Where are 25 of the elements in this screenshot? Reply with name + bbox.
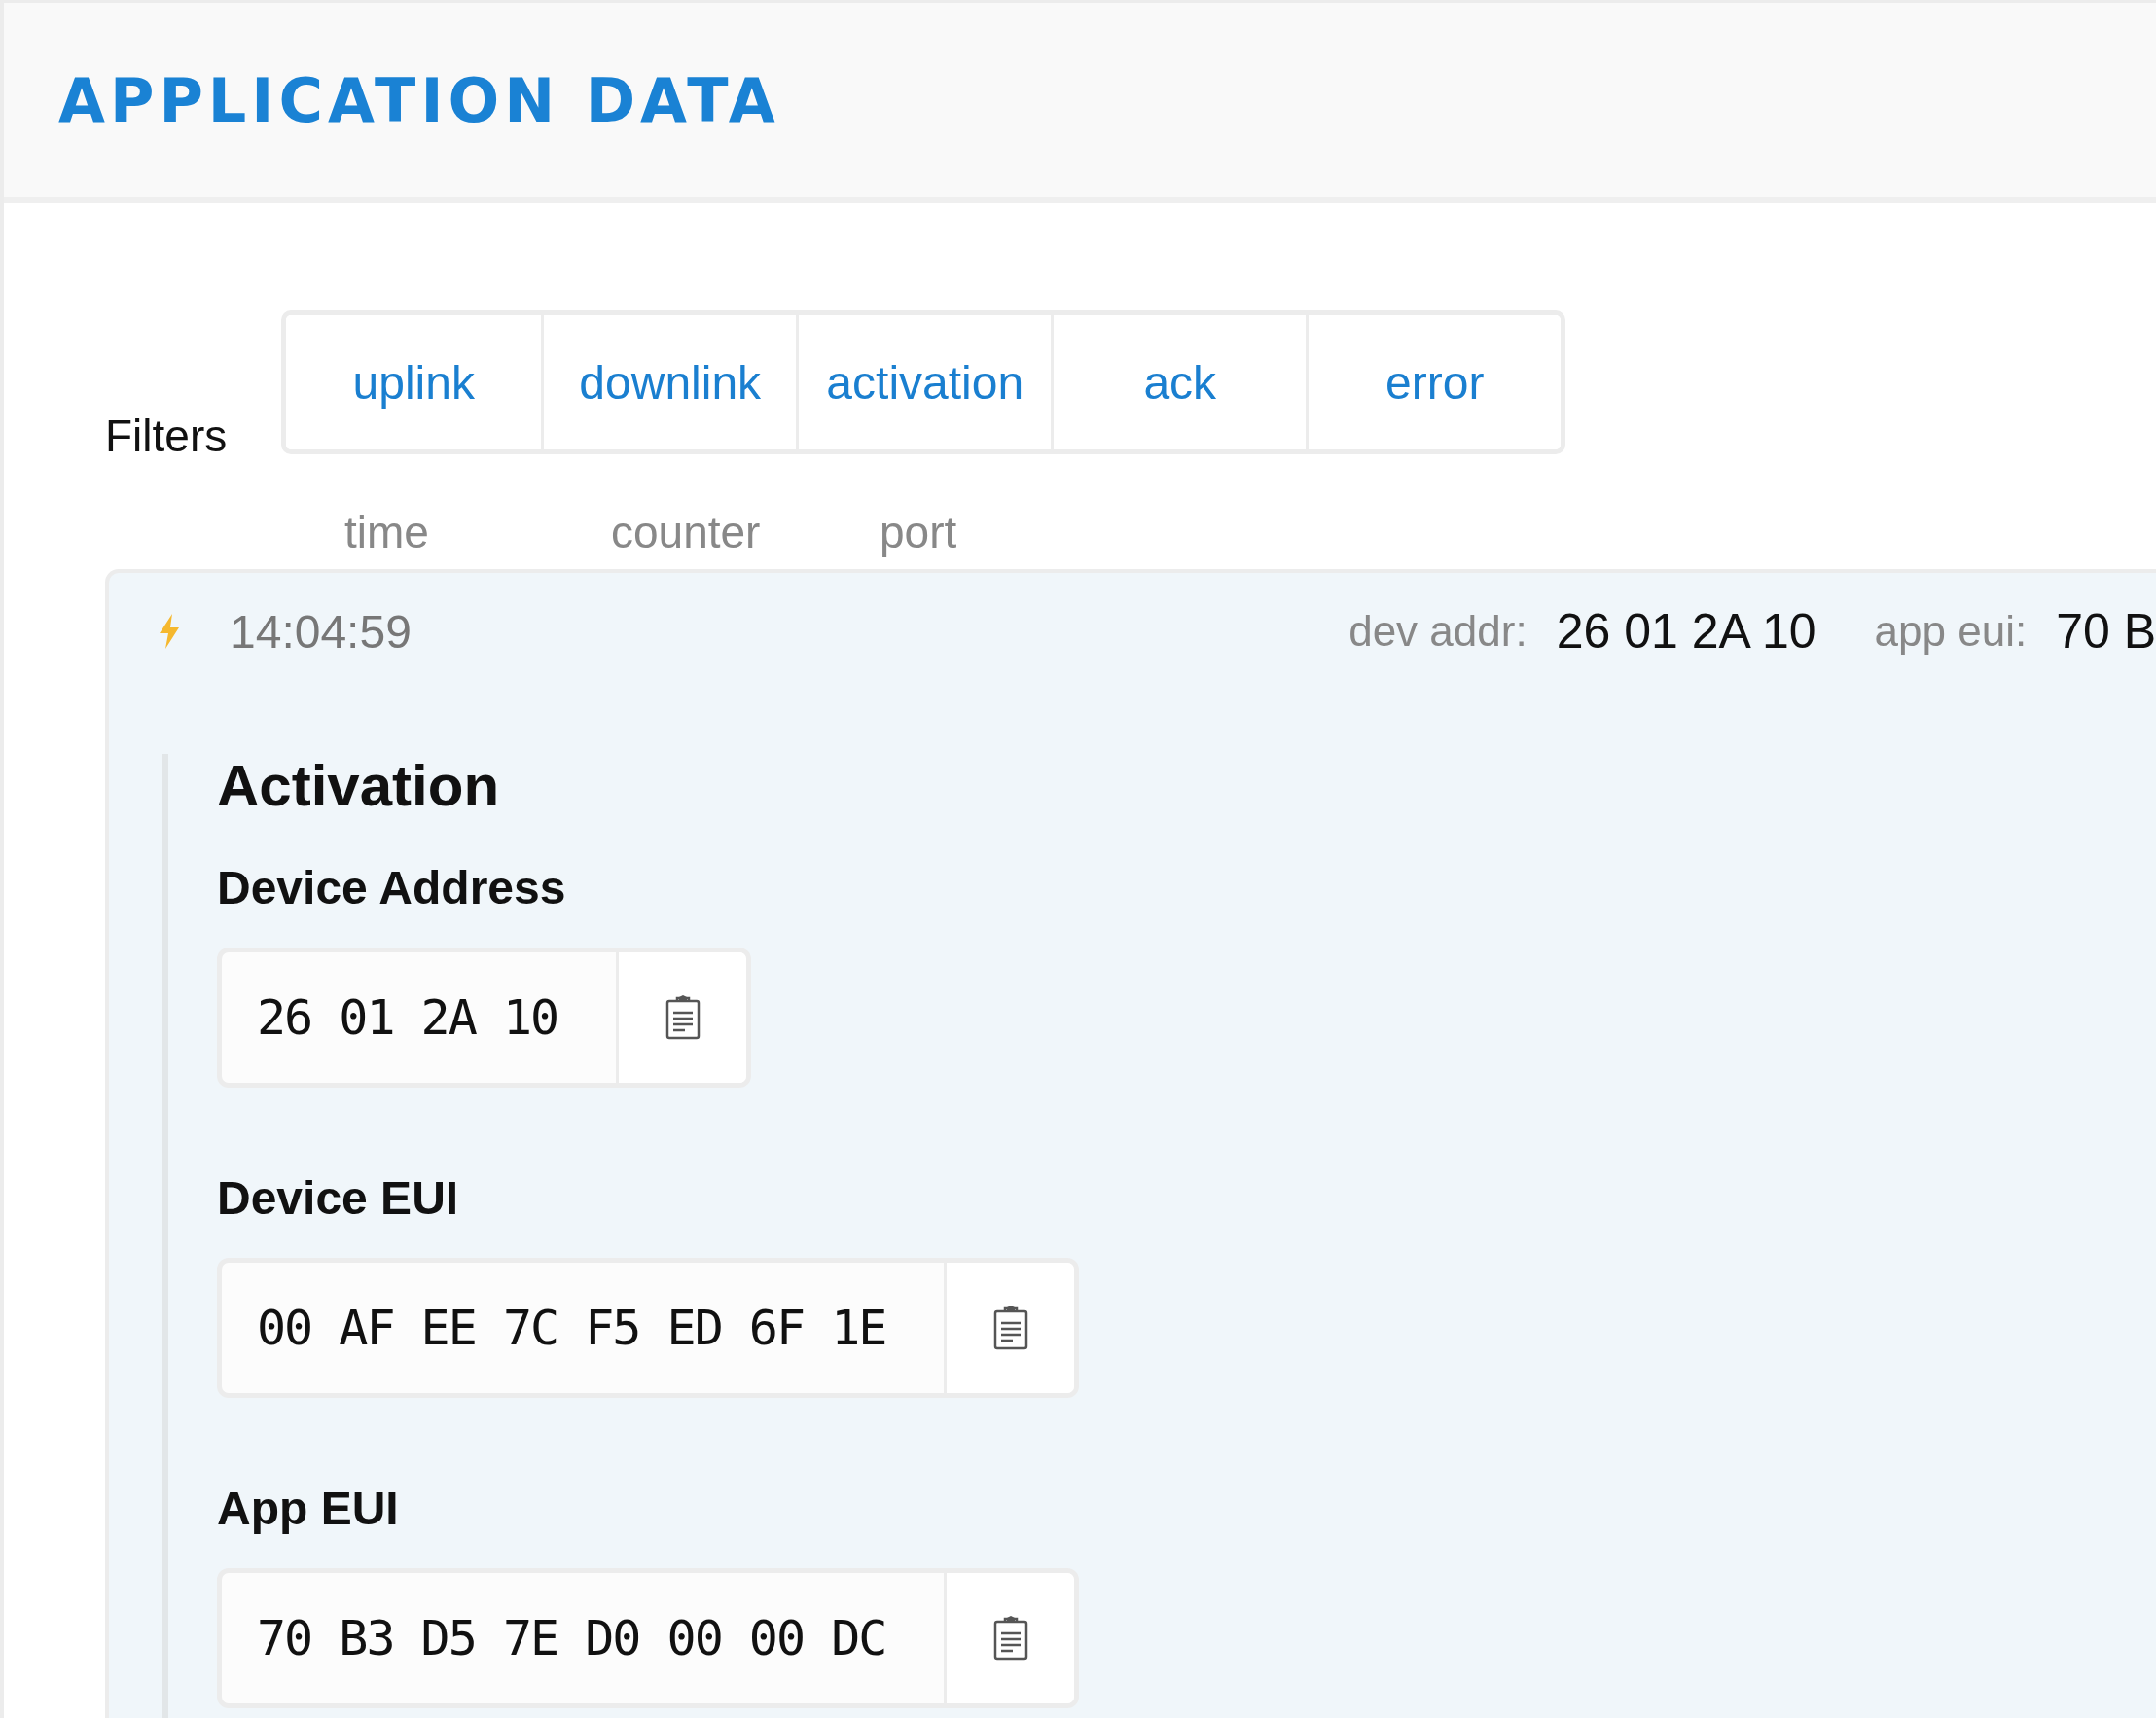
meta-value: 70 B bbox=[2056, 603, 2156, 660]
value-field[interactable]: 26 01 2A 10 bbox=[217, 948, 752, 1088]
copy-button[interactable] bbox=[944, 1573, 1075, 1703]
column-header: counter bbox=[611, 506, 762, 558]
copy-button[interactable] bbox=[944, 1263, 1075, 1393]
event-time: 14:04:59 bbox=[230, 604, 412, 659]
meta-label: dev addr: bbox=[1348, 607, 1527, 656]
clipboard-icon bbox=[992, 1616, 1028, 1661]
meta-value: 26 01 2A 10 bbox=[1556, 603, 1816, 660]
lightning-icon bbox=[158, 614, 181, 649]
field-label: Device Address bbox=[217, 861, 567, 914]
section-title: Activation bbox=[217, 754, 501, 818]
filter-button[interactable]: error bbox=[1306, 315, 1562, 449]
page-title: APPLICATION DATA bbox=[58, 64, 780, 136]
filters-label: Filters bbox=[105, 410, 228, 462]
clipboard-icon bbox=[665, 995, 701, 1040]
value-field[interactable]: 70 B3 D5 7E D0 00 00 DC bbox=[217, 1568, 1080, 1708]
value-field[interactable]: 00 AF EE 7C F5 ED 6F 1E bbox=[217, 1258, 1080, 1398]
column-header: time bbox=[344, 506, 430, 558]
meta-label: app eui: bbox=[1874, 607, 2028, 656]
column-header: port bbox=[880, 506, 958, 558]
copy-button[interactable] bbox=[616, 952, 747, 1083]
clipboard-icon bbox=[992, 1306, 1028, 1350]
field-label: Device EUI bbox=[217, 1171, 460, 1225]
field-label: App EUI bbox=[217, 1482, 400, 1535]
